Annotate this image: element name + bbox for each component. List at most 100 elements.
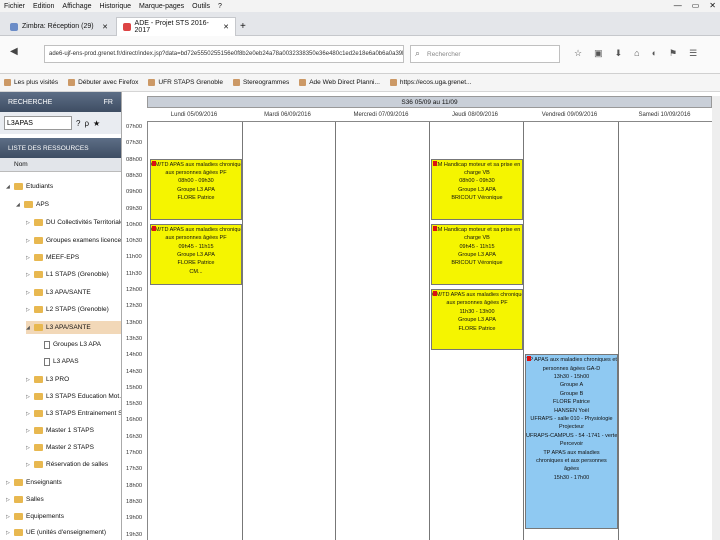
expand-arrow-icon[interactable]: ▷: [26, 377, 31, 383]
calendar-event[interactable]: CM Handicap moteur et sa prise en charge …: [431, 158, 523, 220]
folder-icon: [34, 254, 43, 261]
tree-item[interactable]: ▷ DU Collectivités Territoriale: [26, 216, 121, 229]
bookmark-item[interactable]: Les plus visités: [4, 79, 58, 86]
library-icon[interactable]: ▣: [594, 48, 603, 59]
expand-arrow-icon[interactable]: ◢: [16, 202, 21, 208]
maximize-icon[interactable]: ▭: [692, 1, 700, 10]
bookmark-item[interactable]: https://ecos.uga.grenet...: [389, 79, 471, 86]
close-window-icon[interactable]: ✕: [709, 1, 716, 10]
resource-search-input[interactable]: [4, 116, 72, 130]
tree-item[interactable]: ◢ Etudiants: [6, 180, 53, 193]
calendar-event[interactable]: CM/TD APAS aux maladies chroniques et aux…: [150, 158, 242, 220]
expand-arrow-icon[interactable]: ▷: [26, 428, 31, 434]
back-button[interactable]: ◀: [10, 46, 18, 57]
close-tab-icon[interactable]: ✕: [223, 23, 229, 31]
expand-arrow-icon[interactable]: ▷: [26, 411, 31, 417]
hour-label: 12h30: [126, 303, 143, 310]
menu-edition[interactable]: Edition: [33, 3, 54, 10]
day-header[interactable]: Vendredi 09/09/2016: [522, 108, 617, 122]
bookmark-star-icon[interactable]: ☆: [574, 48, 582, 59]
home-icon[interactable]: ⌂: [634, 48, 639, 59]
expand-arrow-icon[interactable]: ▷: [26, 462, 31, 468]
help-icon[interactable]: ?: [76, 119, 80, 128]
expand-arrow-icon[interactable]: ▷: [26, 445, 31, 451]
tree-item[interactable]: ▷ L2 STAPS (Grenoble): [26, 303, 109, 316]
tab-zimbra[interactable]: Zimbra: Réception (29) ✕: [4, 17, 114, 36]
tree-item[interactable]: ▷ L1 STAPS (Grenoble): [26, 268, 109, 281]
day-header[interactable]: Mardi 06/09/2016: [241, 108, 334, 122]
calendar-event[interactable]: TP APAS aux maladies chroniques et auxpe…: [525, 354, 618, 530]
bookmark-icon: [4, 79, 11, 86]
tree-item[interactable]: ▷ UE (unités d'enseignement): [6, 526, 106, 539]
language-code[interactable]: FR: [104, 99, 113, 106]
tree-item[interactable]: ▷ L3 APA/SANTE: [26, 286, 91, 299]
expand-arrow-icon[interactable]: ▷: [6, 480, 11, 486]
tree-item[interactable]: ▷ Enseignants: [6, 476, 62, 489]
expand-arrow-icon[interactable]: ▷: [6, 530, 11, 536]
new-tab-button[interactable]: +: [240, 21, 246, 32]
calendar-event[interactable]: CM/TD APAS aux maladies chroniques et aux…: [150, 223, 242, 285]
tree-item[interactable]: ▷ Master 2 STAPS: [26, 441, 94, 454]
day-header[interactable]: Lundi 05/09/2016: [147, 108, 241, 122]
event-line: CM...: [189, 268, 203, 275]
search-input[interactable]: Rechercher: [410, 45, 560, 63]
tree-item-label: L3 STAPS Education Mot.: [46, 393, 122, 400]
column-header-name[interactable]: Nom: [0, 158, 121, 172]
vertical-scrollbar[interactable]: [712, 96, 720, 540]
bookmark-item[interactable]: UFR STAPS Grenoble: [148, 79, 223, 86]
expand-arrow-icon[interactable]: ▷: [26, 307, 31, 313]
tree-item[interactable]: ▷ L3 PRO: [26, 373, 69, 386]
menu-marque-pages[interactable]: Marque-pages: [139, 3, 184, 10]
day-header[interactable]: Jeudi 08/09/2016: [428, 108, 522, 122]
bookmark-item[interactable]: Ade Web Direct Planni...: [299, 79, 380, 86]
menu-icon[interactable]: ☰: [689, 48, 697, 59]
expand-arrow-icon[interactable]: ▷: [26, 255, 31, 261]
calendar-event[interactable]: CM/TD APAS aux maladies chroniques et aux…: [431, 289, 523, 351]
pocket-icon[interactable]: ◐: [652, 48, 657, 59]
folder-icon: [34, 461, 43, 468]
bookmark-item[interactable]: Stereogrammes: [232, 79, 289, 86]
close-tab-icon[interactable]: ✕: [102, 23, 108, 31]
tree-item[interactable]: ◢ L3 APA/SANTE: [26, 321, 121, 334]
menu-historique[interactable]: Historique: [99, 3, 131, 10]
url-bar[interactable]: ade6-ujf-ens-prod.grenet.fr/direct/index…: [44, 45, 404, 63]
expand-arrow-icon[interactable]: ◢: [26, 325, 31, 331]
menu-affichage[interactable]: Affichage: [62, 3, 91, 10]
tree-item[interactable]: ▷ MEEF-EPS: [26, 251, 79, 264]
expand-arrow-icon[interactable]: ▷: [26, 220, 31, 226]
flag-icon[interactable]: ⚑: [669, 48, 677, 59]
expand-arrow-icon[interactable]: ▷: [26, 394, 31, 400]
tree-item[interactable]: L3 APAS: [36, 355, 79, 368]
tree-item[interactable]: ▷ Equipements: [6, 510, 64, 523]
expand-arrow-icon[interactable]: ▷: [6, 497, 11, 503]
bookmark-item[interactable]: Débuter avec Firefox: [68, 79, 138, 86]
menu-aide[interactable]: ?: [218, 3, 222, 10]
menu-outils[interactable]: Outils: [192, 3, 210, 10]
tree-item[interactable]: ◢ APS: [16, 198, 49, 211]
tab-ade[interactable]: ADE - Projet STS 2016-2017 ✕: [116, 17, 236, 36]
expand-arrow-icon[interactable]: ◢: [6, 184, 11, 190]
calendar-grid: CM/TD APAS aux maladies chroniques et aux…: [147, 122, 712, 540]
day-header[interactable]: Mercredi 07/09/2016: [334, 108, 428, 122]
folder-icon: [34, 271, 43, 278]
expand-arrow-icon[interactable]: ▷: [26, 290, 31, 296]
tree-item[interactable]: Groupes L3 APA: [36, 338, 101, 351]
minimize-icon[interactable]: —: [674, 1, 682, 10]
search-icon[interactable]: ρ: [84, 119, 89, 128]
calendar-event[interactable]: CM Handicap moteur et sa prise en charge …: [431, 223, 523, 285]
tree-item-label: Enseignants: [26, 479, 62, 486]
tree-item[interactable]: ▷ L3 STAPS Education Mot.: [26, 390, 121, 403]
expand-arrow-icon[interactable]: ▷: [26, 238, 31, 244]
menu-fichier[interactable]: Fichier: [4, 3, 25, 10]
tree-item[interactable]: ▷ L3 STAPS Entrainement S.: [26, 407, 121, 420]
tree-item[interactable]: ▷ Groupes examens licences: [26, 234, 121, 247]
tree-item[interactable]: ▷ Salles: [6, 493, 44, 506]
day-header[interactable]: Samedi 10/09/2016: [617, 108, 712, 122]
expand-arrow-icon[interactable]: ▷: [26, 272, 31, 278]
download-icon[interactable]: ⬇: [615, 48, 623, 59]
favorite-star-icon[interactable]: ★: [93, 119, 100, 128]
expand-arrow-icon[interactable]: ▷: [6, 514, 11, 520]
tree-item[interactable]: ▷ Master 1 STAPS: [26, 424, 94, 437]
hour-label: 12h00: [126, 287, 143, 293]
tree-item[interactable]: ▷ Réservation de salles: [26, 458, 108, 471]
